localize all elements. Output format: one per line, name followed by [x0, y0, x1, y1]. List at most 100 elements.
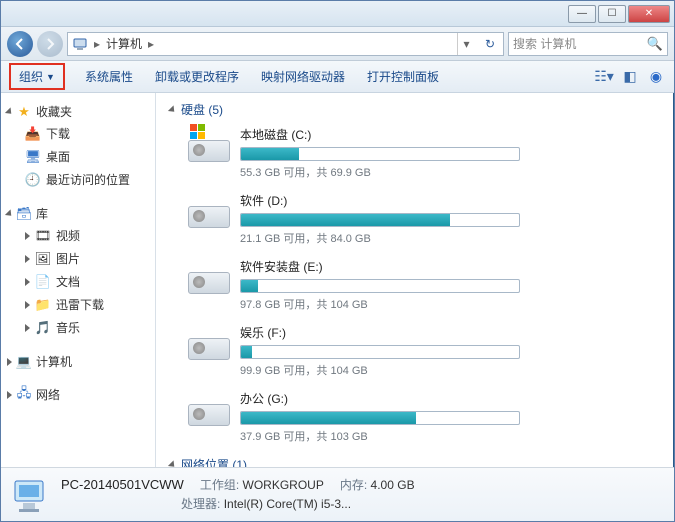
drive-icon — [188, 126, 230, 162]
recent-icon: 🕘 — [25, 172, 41, 188]
expand-icon — [5, 209, 14, 218]
section-network[interactable]: 网络位置 (1) — [170, 456, 660, 467]
address-bar[interactable]: ▸ 计算机 ▸ ▾ ↻ — [67, 32, 504, 56]
status-text: PC-20140501VCWW 工作组: WORKGROUP 内存: 4.00 … — [61, 476, 415, 514]
sidebar-item-label: 收藏夹 — [36, 103, 72, 120]
sidebar-item-recent[interactable]: 🕘 最近访问的位置 — [7, 168, 149, 191]
drive-item[interactable]: 软件 (D:) 21.1 GB 可用，共 84.0 GB — [170, 192, 660, 246]
drive-name: 软件安装盘 (E:) — [240, 258, 520, 275]
computer-icon: 💻 — [16, 354, 32, 370]
pc-name: PC-20140501VCWW — [61, 477, 184, 492]
drive-item[interactable]: 办公 (G:) 37.9 GB 可用，共 103 GB — [170, 390, 660, 444]
memory-label: 内存: — [340, 478, 367, 492]
expand-icon — [5, 107, 14, 116]
sidebar-computer[interactable]: 💻 计算机 — [7, 351, 149, 372]
expand-icon — [168, 105, 177, 114]
sidebar-favorites[interactable]: ★ 收藏夹 — [7, 101, 149, 122]
chevron-down-icon: ▼ — [46, 72, 55, 82]
search-placeholder: 搜索 计算机 — [513, 35, 576, 52]
search-input[interactable]: 搜索 计算机 🔍 — [508, 32, 668, 56]
sidebar-item-label: 库 — [36, 205, 48, 222]
drive-info: 娱乐 (F:) 99.9 GB 可用，共 104 GB — [240, 324, 520, 378]
memory-value: 4.00 GB — [371, 478, 415, 492]
refresh-button[interactable]: ↻ — [481, 33, 499, 55]
computer-icon — [72, 36, 88, 52]
sidebar-item-label: 文档 — [56, 273, 80, 290]
status-bar: PC-20140501VCWW 工作组: WORKGROUP 内存: 4.00 … — [1, 467, 674, 521]
section-label: 硬盘 (5) — [181, 101, 223, 118]
drive-stat: 37.9 GB 可用，共 103 GB — [240, 428, 520, 444]
expand-icon — [168, 460, 177, 467]
drive-name: 办公 (G:) — [240, 390, 520, 407]
drive-stat: 97.8 GB 可用，共 104 GB — [240, 296, 520, 312]
cpu-value: Intel(R) Core(TM) i5-3... — [224, 497, 351, 511]
sidebar: ★ 收藏夹 📥 下载 🖥 桌面 🕘 最近访问的位置 — [1, 93, 156, 467]
sidebar-item-docs[interactable]: 📄 文档 — [7, 270, 149, 293]
drive-name: 娱乐 (F:) — [240, 324, 520, 341]
workgroup-value: WORKGROUP — [243, 478, 324, 492]
help-icon[interactable]: ◉ — [646, 67, 666, 87]
view-options-icon[interactable]: ☷▾ — [594, 67, 614, 87]
network-icon: 🖧 — [16, 387, 32, 403]
content-pane: 硬盘 (5) 本地磁盘 (C:) 55.3 GB 可用，共 69.9 GB 软件… — [156, 93, 674, 467]
pictures-icon: 🖼 — [35, 251, 51, 267]
system-properties-button[interactable]: 系统属性 — [83, 64, 135, 89]
folder-icon: 📁 — [35, 297, 51, 313]
star-icon: ★ — [16, 104, 32, 120]
drive-item[interactable]: 软件安装盘 (E:) 97.8 GB 可用，共 104 GB — [170, 258, 660, 312]
drive-icon — [188, 192, 230, 228]
navbar: ▸ 计算机 ▸ ▾ ↻ 搜索 计算机 🔍 — [1, 27, 674, 61]
minimize-button[interactable]: — — [568, 5, 596, 23]
sidebar-item-thunder[interactable]: 📁迅雷下载 — [7, 293, 149, 316]
breadcrumb-sep: ▸ — [94, 37, 100, 51]
drive-info: 办公 (G:) 37.9 GB 可用，共 103 GB — [240, 390, 520, 444]
drive-item[interactable]: 娱乐 (F:) 99.9 GB 可用，共 104 GB — [170, 324, 660, 378]
body: ★ 收藏夹 📥 下载 🖥 桌面 🕘 最近访问的位置 — [1, 93, 674, 467]
folder-icon: 📥 — [25, 126, 41, 142]
titlebar: — ☐ ✕ — [1, 1, 674, 27]
drive-stat: 21.1 GB 可用，共 84.0 GB — [240, 230, 520, 246]
drive-icon — [188, 324, 230, 360]
sidebar-item-downloads[interactable]: 📥 下载 — [7, 122, 149, 145]
drive-info: 本地磁盘 (C:) 55.3 GB 可用，共 69.9 GB — [240, 126, 520, 180]
section-disks[interactable]: 硬盘 (5) — [170, 101, 660, 118]
forward-button[interactable] — [37, 31, 63, 57]
sidebar-item-label: 最近访问的位置 — [46, 171, 130, 188]
organize-button[interactable]: 组织 ▼ — [9, 63, 65, 90]
sidebar-network[interactable]: 🖧 网络 — [7, 384, 149, 405]
toolbar: 组织 ▼ 系统属性 卸载或更改程序 映射网络驱动器 打开控制面板 ☷▾ ◧ ◉ — [1, 61, 674, 93]
desktop-icon: 🖥 — [25, 149, 41, 165]
sidebar-item-music[interactable]: 🎵音乐 — [7, 316, 149, 339]
uninstall-button[interactable]: 卸载或更改程序 — [153, 64, 241, 89]
drive-name: 本地磁盘 (C:) — [240, 126, 520, 143]
back-button[interactable] — [7, 31, 33, 57]
drive-info: 软件安装盘 (E:) 97.8 GB 可用，共 104 GB — [240, 258, 520, 312]
search-icon: 🔍 — [647, 36, 663, 52]
sidebar-library[interactable]: 🗃 库 — [7, 203, 149, 224]
preview-pane-icon[interactable]: ◧ — [620, 67, 640, 87]
drive-info: 软件 (D:) 21.1 GB 可用，共 84.0 GB — [240, 192, 520, 246]
close-button[interactable]: ✕ — [628, 5, 670, 23]
sidebar-item-label: 视频 — [56, 227, 80, 244]
organize-label: 组织 — [19, 68, 43, 85]
drive-icon — [188, 258, 230, 294]
workgroup-label: 工作组: — [200, 478, 239, 492]
map-drive-button[interactable]: 映射网络驱动器 — [259, 64, 347, 89]
address-dropdown[interactable]: ▾ — [457, 33, 475, 55]
sidebar-item-label: 下载 — [46, 125, 70, 142]
drive-icon — [188, 390, 230, 426]
library-icon: 🗃 — [16, 206, 32, 222]
breadcrumb-computer[interactable]: 计算机 — [106, 35, 142, 52]
sidebar-item-pictures[interactable]: 🖼图片 — [7, 247, 149, 270]
expand-icon — [25, 301, 30, 309]
sidebar-item-desktop[interactable]: 🖥 桌面 — [7, 145, 149, 168]
control-panel-button[interactable]: 打开控制面板 — [365, 64, 441, 89]
usage-bar — [240, 213, 520, 227]
drive-item[interactable]: 本地磁盘 (C:) 55.3 GB 可用，共 69.9 GB — [170, 126, 660, 180]
maximize-button[interactable]: ☐ — [598, 5, 626, 23]
expand-icon — [25, 255, 30, 263]
docs-icon: 📄 — [35, 274, 51, 290]
expand-icon — [25, 232, 30, 240]
sidebar-item-video[interactable]: 🎞视频 — [7, 224, 149, 247]
sidebar-item-label: 桌面 — [46, 148, 70, 165]
